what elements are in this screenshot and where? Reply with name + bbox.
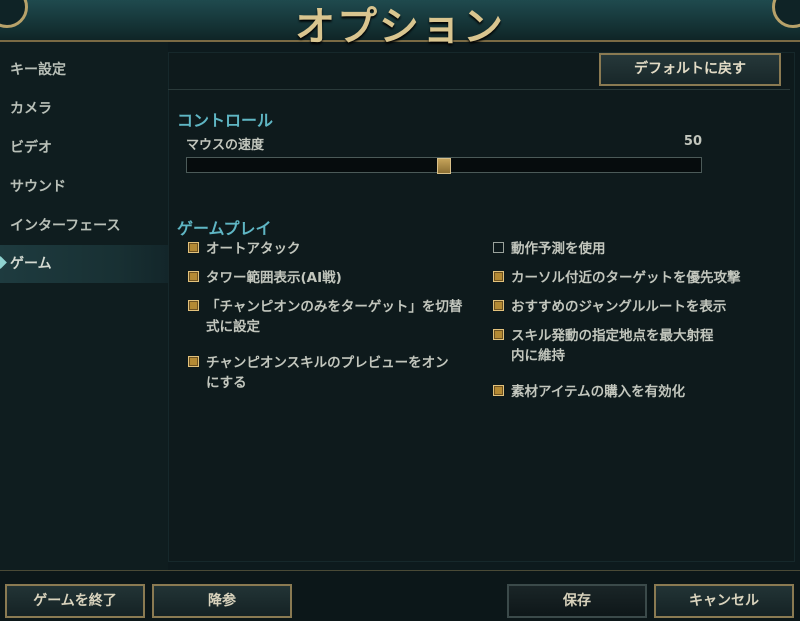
sidebar-item-label: カメラ xyxy=(10,101,52,117)
checkbox-icon[interactable] xyxy=(188,271,199,282)
sidebar-item-game[interactable]: ゲーム xyxy=(0,245,168,283)
checkbox-auto-attack[interactable]: オートアタック xyxy=(188,239,478,259)
slider-handle[interactable] xyxy=(437,158,451,174)
sidebar-item-label: ゲーム xyxy=(10,256,52,272)
checkbox-icon[interactable] xyxy=(493,385,504,396)
options-window: オプション キー設定 カメラ ビデオ サウンド インターフェース ゲーム デフォ… xyxy=(0,0,800,621)
checkbox-clamp-cast-range[interactable]: スキル発動の指定地点を最大射程 内に維持 xyxy=(493,326,783,368)
checkbox-label-line1: スキル発動の指定地点を最大射程 xyxy=(511,328,714,344)
sidebar-item-label: インターフェース xyxy=(10,218,121,234)
checkbox-icon[interactable] xyxy=(493,329,504,340)
checkbox-icon[interactable] xyxy=(493,271,504,282)
surrender-button[interactable]: 降参 xyxy=(152,584,292,618)
save-button[interactable]: 保存 xyxy=(507,584,647,618)
divider xyxy=(168,89,790,90)
restore-defaults-button[interactable]: デフォルトに戻す xyxy=(599,53,781,86)
checkbox-move-prediction[interactable]: 動作予測を使用 xyxy=(493,239,783,259)
checkbox-label: タワー範囲表示(AI戦) xyxy=(206,270,342,286)
sidebar: キー設定 カメラ ビデオ サウンド インターフェース ゲーム xyxy=(0,42,168,570)
checkbox-label: 動作予測を使用 xyxy=(511,241,606,257)
sidebar-item-label: キー設定 xyxy=(10,62,66,78)
checkbox-icon[interactable] xyxy=(493,242,504,253)
checkbox-label-line2: 式に設定 xyxy=(206,319,260,335)
checkbox-label: カーソル付近のターゲットを優先攻撃 xyxy=(511,270,741,286)
checkbox-icon[interactable] xyxy=(493,300,504,311)
sidebar-item-label: ビデオ xyxy=(10,140,52,156)
section-title-controls: コントロール xyxy=(177,111,274,130)
checkbox-icon[interactable] xyxy=(188,356,199,367)
checkbox-target-near-cursor[interactable]: カーソル付近のターゲットを優先攻撃 xyxy=(493,268,783,288)
checkbox-label: オートアタック xyxy=(206,241,301,257)
quit-game-button[interactable]: ゲームを終了 xyxy=(5,584,145,618)
cancel-button[interactable]: キャンセル xyxy=(654,584,794,618)
sidebar-item-label: サウンド xyxy=(10,179,66,195)
selected-diamond-icon xyxy=(0,256,7,269)
checkbox-target-champions-only-toggle[interactable]: 「チャンピオンのみをターゲット」を切替 式に設定 xyxy=(188,297,478,339)
mouse-speed-slider[interactable] xyxy=(186,157,702,174)
sidebar-item-sound[interactable]: サウンド xyxy=(0,169,168,205)
sidebar-item-interface[interactable]: インターフェース xyxy=(0,208,168,244)
mouse-speed-label: マウスの速度 xyxy=(186,138,265,153)
checkbox-label-line2: にする xyxy=(206,375,247,391)
sidebar-item-video[interactable]: ビデオ xyxy=(0,130,168,166)
checkbox-champion-skill-preview[interactable]: チャンピオンスキルのプレビューをオン にする xyxy=(188,353,478,395)
checkbox-label-line1: 「チャンピオンのみをターゲット」を切替 xyxy=(206,299,463,315)
section-title-gameplay: ゲームプレイ xyxy=(177,219,272,238)
checkbox-label-line2: 内に維持 xyxy=(511,348,565,364)
checkbox-tower-range[interactable]: タワー範囲表示(AI戦) xyxy=(188,268,478,288)
sidebar-item-camera[interactable]: カメラ xyxy=(0,91,168,127)
sidebar-item-keybindings[interactable]: キー設定 xyxy=(0,52,168,88)
checkbox-icon[interactable] xyxy=(188,300,199,311)
checkbox-icon[interactable] xyxy=(188,242,199,253)
header-bar: オプション xyxy=(0,0,800,50)
mouse-speed-value: 50 xyxy=(683,134,702,149)
checkbox-label: おすすめのジャングルルートを表示 xyxy=(511,299,727,315)
checkbox-label: 素材アイテムの購入を有効化 xyxy=(511,384,686,400)
checkbox-label-line1: チャンピオンスキルのプレビューをオン xyxy=(206,355,449,371)
checkbox-component-purchase[interactable]: 素材アイテムの購入を有効化 xyxy=(493,382,783,402)
checkbox-jungle-route[interactable]: おすすめのジャングルルートを表示 xyxy=(493,297,783,317)
